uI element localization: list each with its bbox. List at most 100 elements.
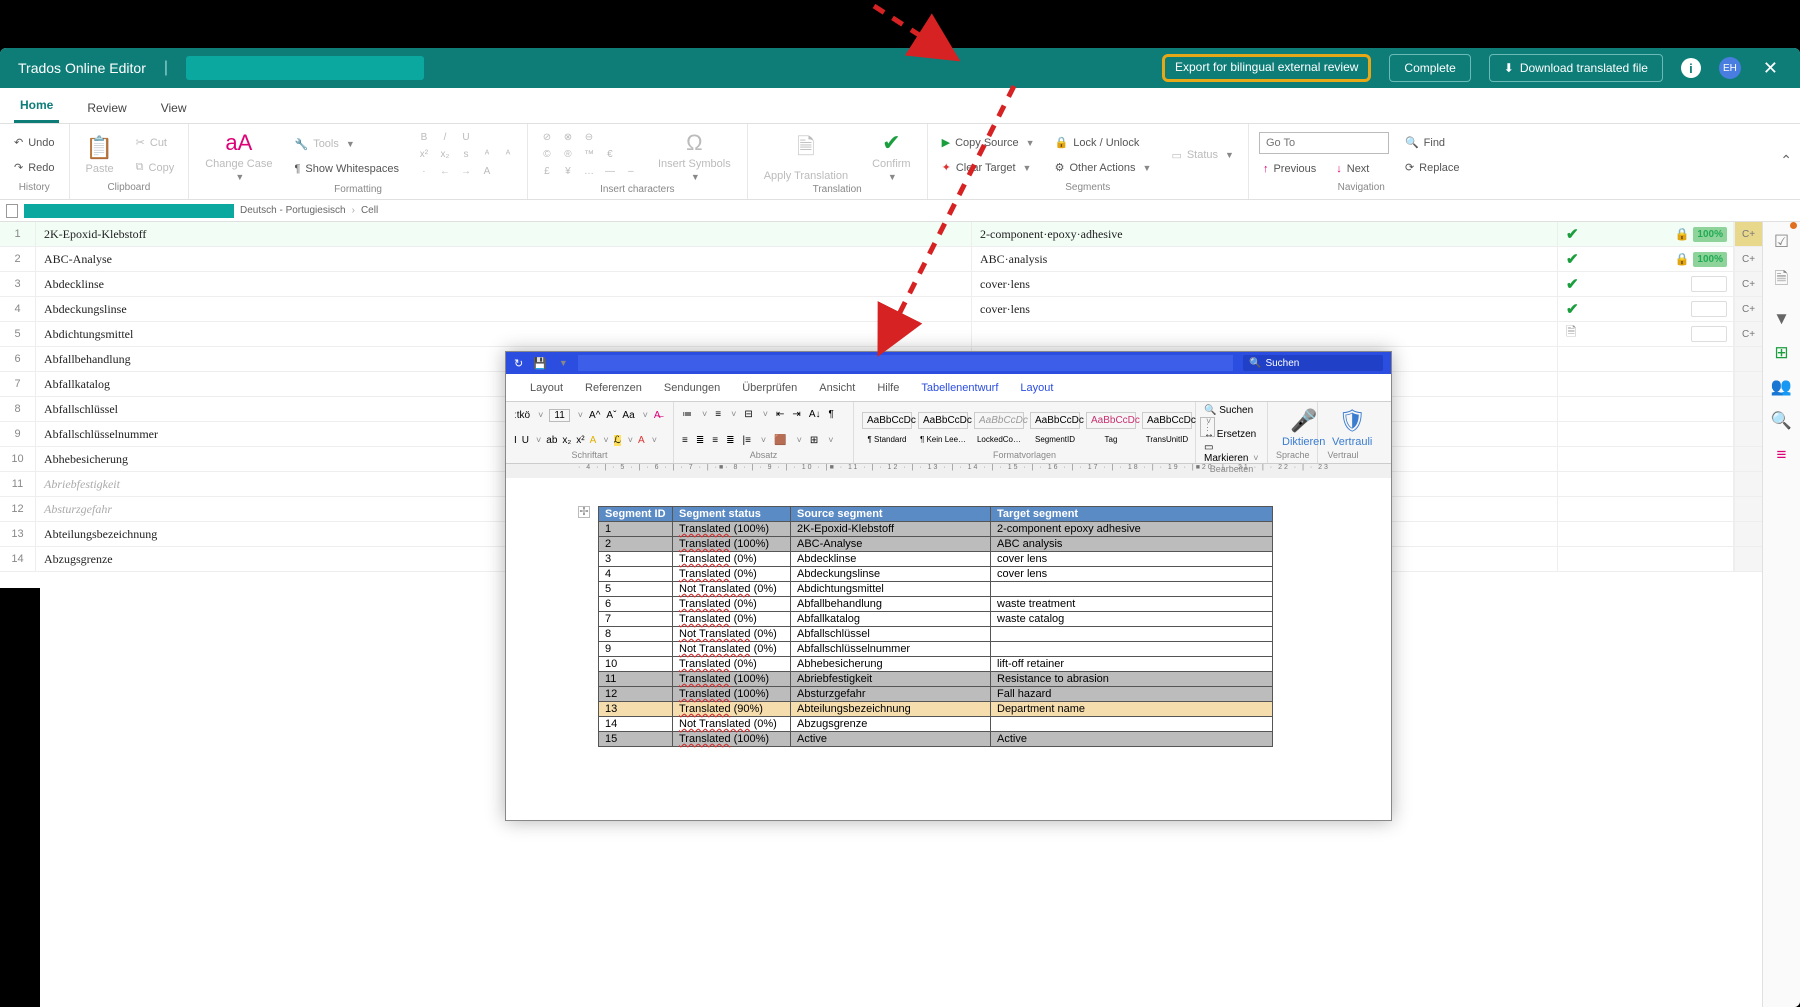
autosave-icon: ↻ <box>514 357 523 370</box>
word-tab-view[interactable]: Ansicht <box>819 382 855 394</box>
apply-translation-button[interactable]: 🗎Apply Translation <box>758 128 854 184</box>
next-button[interactable]: ↓Next <box>1332 160 1373 178</box>
download-translated-button[interactable]: ⬇Download translated file <box>1489 54 1663 82</box>
paste-button[interactable]: 📋Paste <box>80 133 120 177</box>
word-find[interactable]: 🔍 Suchen ˅ <box>1204 405 1259 427</box>
table-move-handle-icon[interactable]: ✢ <box>578 506 590 518</box>
word-tab-tabledesign[interactable]: Tabellenentwurf <box>921 382 998 394</box>
word-document-body[interactable]: ✢ Segment IDSegment statusSource segment… <box>506 478 1391 820</box>
tab-home[interactable]: Home <box>14 90 59 123</box>
clear-target-button[interactable]: ✦Clear Target▼ <box>938 158 1039 177</box>
goto-input[interactable] <box>1259 132 1389 154</box>
source-cell[interactable]: Abdeckungslinse <box>36 297 972 321</box>
target-cell[interactable]: ABC·analysis <box>972 247 1558 271</box>
change-case-button[interactable]: aAChange Case▼ <box>199 128 278 184</box>
segment-row[interactable]: 2ABC-AnalyseABC·analysis✔🔒100%C+ <box>0 247 1762 272</box>
word-table-row[interactable]: 13Translated (90%)AbteilungsbezeichnungD… <box>599 702 1273 717</box>
status-button[interactable]: ▭Status▼ <box>1167 146 1238 165</box>
replace-button[interactable]: ⟳Replace <box>1401 158 1464 177</box>
other-actions-button[interactable]: ⚙Other Actions▼ <box>1051 158 1156 177</box>
find-button[interactable]: 🔍Find <box>1401 133 1464 152</box>
style-preset[interactable]: AaBbCcDcLockedCo… <box>974 412 1024 444</box>
source-cell[interactable]: ABC-Analyse <box>36 247 972 271</box>
copy-icon: ⧉ <box>136 161 144 174</box>
confirm-button[interactable]: ✔Confirm▼ <box>866 128 917 184</box>
word-table-row[interactable]: 9Not Translated (0%)Abfallschlüsselnumme… <box>599 642 1273 657</box>
word-table-row[interactable]: 1Translated (100%)2K-Epoxid-Klebstoff2-c… <box>599 522 1273 537</box>
style-preset[interactable]: AaBbCcDc¶ Standard <box>862 412 912 444</box>
word-tab-review[interactable]: Überprüfen <box>742 382 797 394</box>
word-tab-help[interactable]: Hilfe <box>877 382 899 394</box>
style-preset[interactable]: AaBbCcDcSegmentID <box>1030 412 1080 444</box>
word-tab-layout[interactable]: Layout <box>530 382 563 394</box>
word-tab-references[interactable]: Referenzen <box>585 382 642 394</box>
word-tab-mailings[interactable]: Sendungen <box>664 382 720 394</box>
style-preset[interactable]: AaBbCcDcTag <box>1086 412 1136 444</box>
show-whitespaces-button[interactable]: ¶Show Whitespaces <box>290 160 402 178</box>
segment-row[interactable]: 3Abdecklinsecover·lens✔C+ <box>0 272 1762 297</box>
confirmed-check-icon: ✔ <box>1566 300 1579 318</box>
style-preset[interactable]: AaBbCcDc¶ Kein Lee… <box>918 412 968 444</box>
word-table-row[interactable]: 6Translated (0%)Abfallbehandlungwaste tr… <box>599 597 1273 612</box>
copy-source-button[interactable]: ▶Copy Source▼ <box>938 133 1039 152</box>
word-table-row[interactable]: 12Translated (100%)AbsturzgefahrFall haz… <box>599 687 1273 702</box>
close-icon[interactable]: ✕ <box>1759 58 1782 79</box>
word-sensitivity[interactable]: Vertrauli <box>1332 436 1372 448</box>
undo-button[interactable]: ↶Undo <box>10 133 59 152</box>
context-badge <box>1734 447 1762 471</box>
word-replace[interactable]: ↔ Ersetzen <box>1204 429 1259 440</box>
avatar[interactable]: EH <box>1719 57 1741 79</box>
segment-row[interactable]: 12K-Epoxid-Klebstoff2-component·epoxy·ad… <box>0 222 1762 247</box>
word-table-row[interactable]: 2Translated (100%)ABC-AnalyseABC analysi… <box>599 537 1273 552</box>
word-table-row[interactable]: 4Translated (0%)Abdeckungslinsecover len… <box>599 567 1273 582</box>
word-table-row[interactable]: 5Not Translated (0%)Abdichtungsmittel <box>599 582 1273 597</box>
insert-symbols-button[interactable]: ΩInsert Symbols▼ <box>652 128 737 184</box>
lock-unlock-button[interactable]: 🔒Lock / Unlock <box>1051 133 1156 152</box>
cut-button[interactable]: ✂Cut <box>132 133 179 152</box>
redo-button[interactable]: ↷Redo <box>10 158 59 177</box>
segment-row[interactable]: 4Abdeckungslinsecover·lens ✔ C+ <box>0 297 1762 322</box>
word-table-row[interactable]: 7Translated (0%)Abfallkatalogwaste catal… <box>599 612 1273 627</box>
copy-button[interactable]: ⧉Copy <box>132 158 179 177</box>
collapse-ribbon-icon[interactable]: ⌃ <box>1780 152 1792 169</box>
complete-button[interactable]: Complete <box>1389 54 1470 82</box>
font-size[interactable]: 11 <box>549 409 569 422</box>
word-tab-layout2[interactable]: Layout <box>1020 382 1053 394</box>
context-badge: C+ <box>1734 297 1762 321</box>
target-cell[interactable]: cover·lens <box>972 297 1558 321</box>
export-bilingual-button[interactable]: Export for bilingual external review <box>1162 54 1371 81</box>
word-titlebar[interactable]: ↻ 💾 ▼ 🔍Suchen <box>506 352 1391 374</box>
word-search-input[interactable]: 🔍Suchen <box>1243 355 1383 371</box>
panel-check-icon[interactable]: ☑ <box>1774 232 1789 252</box>
segment-number: 4 <box>0 297 36 321</box>
target-cell[interactable]: cover·lens <box>972 272 1558 296</box>
word-table-row[interactable]: 3Translated (0%)Abdecklinsecover lens <box>599 552 1273 567</box>
style-preset[interactable]: AaBbCcDcTransUnitID <box>1142 412 1192 444</box>
previous-button[interactable]: ↑Previous <box>1259 160 1320 178</box>
panel-list-icon[interactable]: ≡ <box>1777 445 1787 465</box>
source-cell[interactable]: 2K-Epoxid-Klebstoff <box>36 222 972 246</box>
word-select[interactable]: ▭ Markieren ˅ <box>1204 442 1259 464</box>
word-table-row[interactable]: 15Translated (100%)ActiveActive <box>599 732 1273 747</box>
panel-people-icon[interactable]: 👥 <box>1771 377 1792 397</box>
tab-review[interactable]: Review <box>81 93 132 123</box>
word-table-header: Target segment <box>991 507 1273 522</box>
panel-filter-icon[interactable]: ▼ <box>1773 309 1790 329</box>
tab-view[interactable]: View <box>155 93 193 123</box>
panel-document-icon[interactable]: 🗎 <box>1775 266 1789 295</box>
panel-search-icon[interactable]: 🔍 <box>1771 411 1792 431</box>
word-table-row[interactable]: 11Translated (100%)AbriebfestigkeitResis… <box>599 672 1273 687</box>
word-table-row[interactable]: 10Translated (0%)Abhebesicherung lift-of… <box>599 657 1273 672</box>
tools-button[interactable]: 🔧Tools▼ <box>290 135 402 154</box>
target-cell[interactable] <box>972 322 1558 346</box>
source-cell[interactable]: Abdecklinse <box>36 272 972 296</box>
panel-tm-icon[interactable]: ⊞ <box>1774 343 1788 363</box>
word-table-row[interactable]: 14Not Translated (0%)Abzugsgrenze <box>599 717 1273 732</box>
info-icon[interactable]: i <box>1681 58 1701 78</box>
segment-row[interactable]: 5Abdichtungsmittel🗎C+ <box>0 322 1762 347</box>
tools-icon: 🔧 <box>294 138 308 151</box>
target-cell[interactable]: 2-component·epoxy·adhesive <box>972 222 1558 246</box>
word-table-row[interactable]: 8Not Translated (0%)Abfallschlüssel <box>599 627 1273 642</box>
source-cell[interactable]: Abdichtungsmittel <box>36 322 972 346</box>
font-name[interactable]: ːtkö <box>514 410 530 421</box>
